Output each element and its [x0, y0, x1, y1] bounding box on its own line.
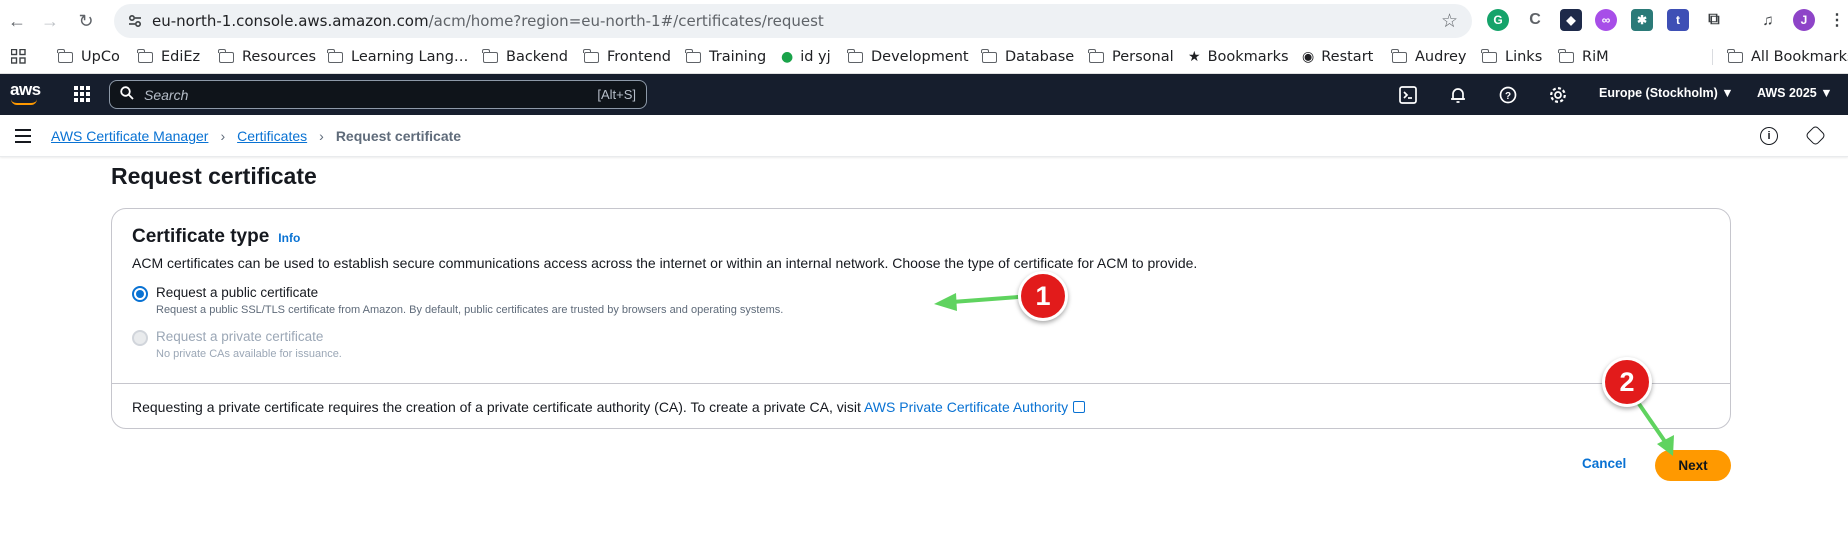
annotation-arrow-1 — [950, 295, 1020, 304]
annotation-arrowhead-2 — [1657, 435, 1674, 456]
annotation-marker-1: 1 — [1018, 271, 1068, 321]
annotation-marker-2: 2 — [1602, 357, 1652, 407]
annotation-arrows — [934, 293, 1674, 456]
annotation-arrow-2 — [1635, 399, 1668, 445]
annotation-arrowhead-1 — [934, 293, 957, 311]
